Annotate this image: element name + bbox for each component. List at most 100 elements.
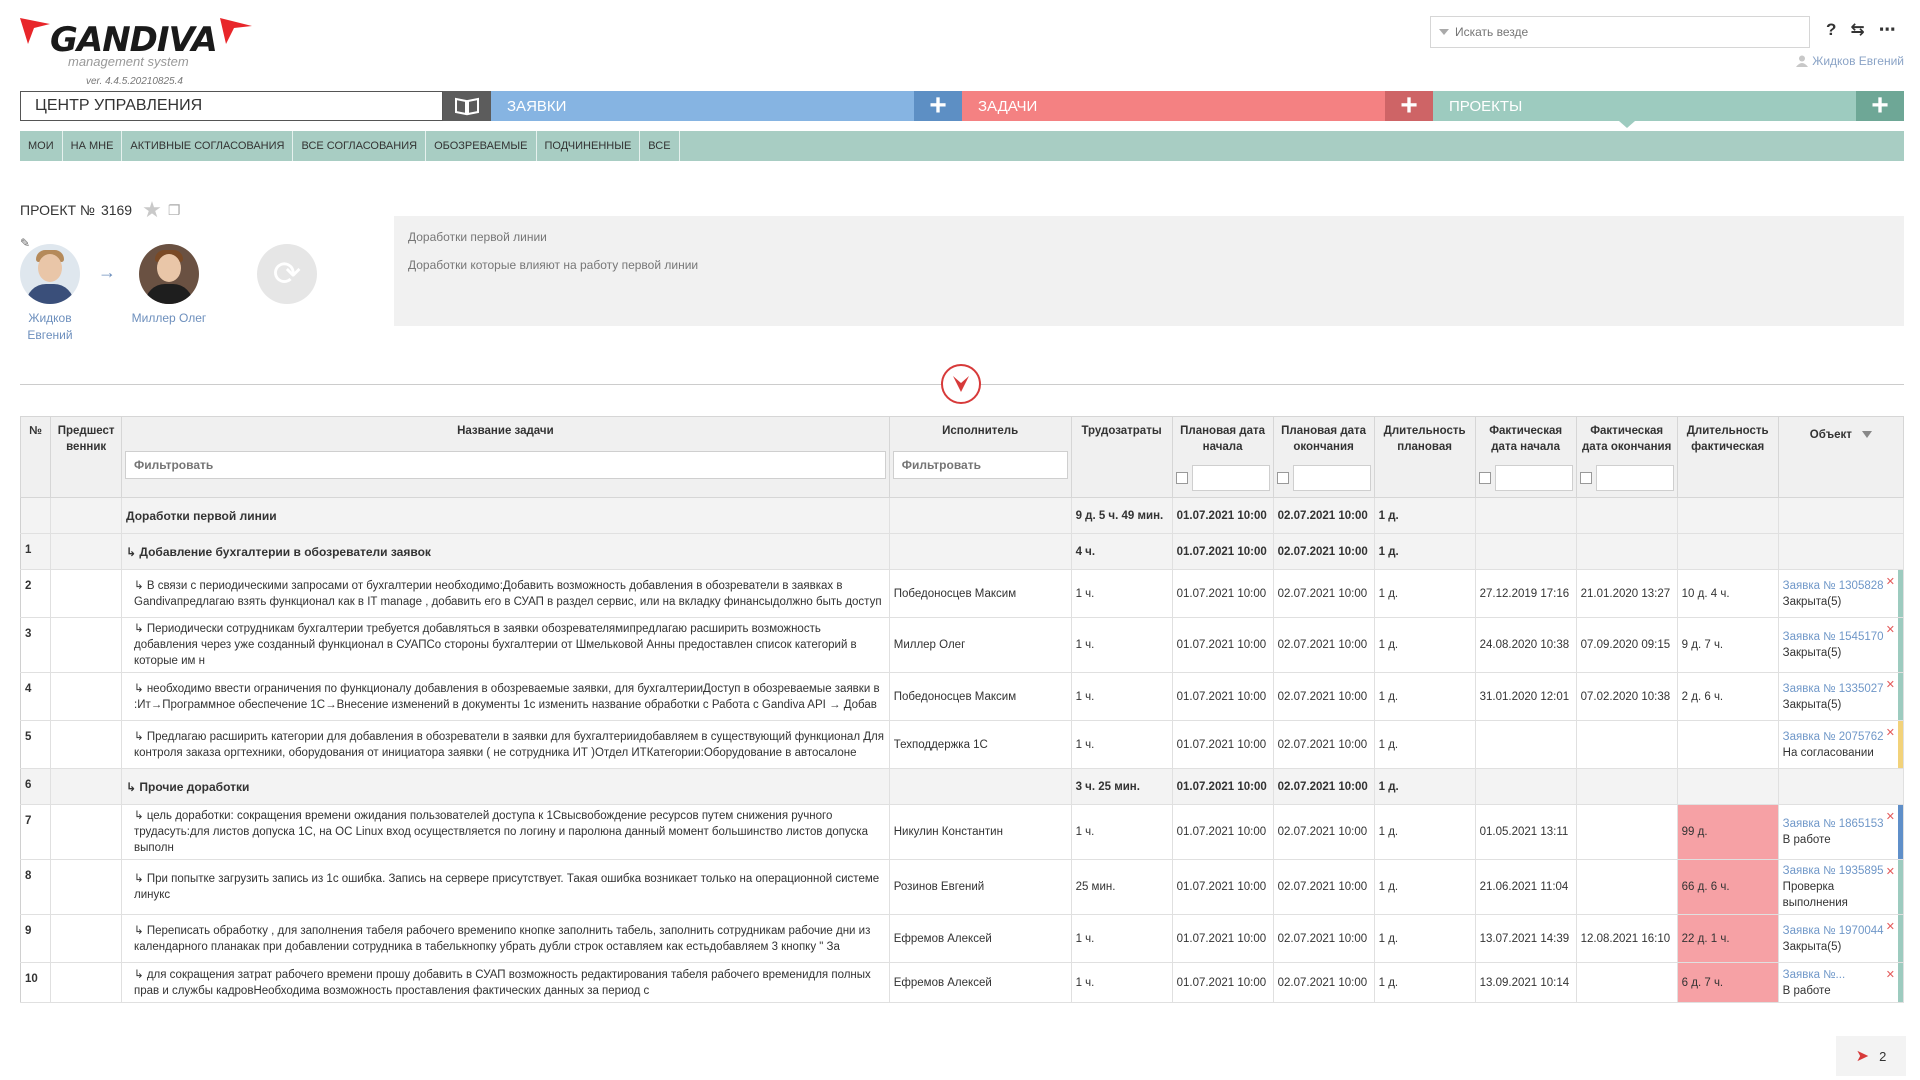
remove-link-icon[interactable]: ✕	[1886, 574, 1895, 590]
remove-link-icon[interactable]: ✕	[1886, 809, 1895, 825]
filter-icon[interactable]	[1861, 431, 1872, 439]
prev-page-icon[interactable]: ➤	[1856, 1046, 1869, 1066]
group-row[interactable]: 6 ↳ Прочие доработки 3 ч. 25 мин. 01.07.202…	[19, 768, 1905, 805]
collapse-chevron-icon[interactable]	[941, 364, 981, 404]
request-link[interactable]: Заявка № 1865153	[1783, 816, 1891, 832]
checkbox[interactable]	[1175, 472, 1188, 484]
subnav-tab-subordinates[interactable]: ПОДЧИНЕННЫЕ	[537, 131, 641, 161]
project-executor[interactable]: Миллер Олег	[124, 244, 214, 327]
help-icon[interactable]: ?	[1826, 20, 1836, 40]
table-row[interactable]: 5 ↳ Предлагаю расширить категории для доб…	[19, 720, 1905, 769]
cell-task-name: ↳ цель доработки: сокращения времени ожи…	[121, 804, 890, 860]
fact-start-filter[interactable]	[1478, 465, 1573, 491]
app-logo[interactable]: GANDIVA management system ver. 4.4.5.202…	[20, 14, 260, 89]
request-link[interactable]: Заявка №...	[1783, 967, 1891, 983]
checkbox[interactable]	[1478, 472, 1491, 484]
executor-filter[interactable]	[892, 451, 1068, 479]
cell-task-name: ↳ Переписать обработку , для заполнения …	[121, 914, 890, 963]
cell-effort: 9 д. 5 ч. 49 мин.	[1070, 497, 1173, 534]
table-row[interactable]: 7 ↳ цель доработки: сокращения времени ож…	[19, 804, 1905, 860]
remove-link-icon[interactable]: ✕	[1886, 967, 1895, 983]
book-icon[interactable]	[443, 91, 491, 121]
project-author[interactable]: Жидков Евгений	[5, 244, 95, 344]
request-link[interactable]: Заявка № 1305828	[1783, 578, 1891, 594]
search-dropdown-icon[interactable]	[1439, 29, 1449, 35]
date-input[interactable]	[1292, 465, 1371, 491]
nav-requests[interactable]: ЗАЯВКИ	[491, 91, 915, 121]
checkbox[interactable]	[1276, 472, 1289, 484]
cell-fact-end: 07.02.2020 10:38	[1575, 672, 1678, 721]
col-plan-start[interactable]: Плановая дата начала	[1171, 416, 1274, 498]
table-row[interactable]: 9 ↳ Переписать обработку , для заполнения…	[19, 914, 1905, 963]
date-input[interactable]	[1494, 465, 1573, 491]
col-fact-start[interactable]: Фактическая дата начала	[1474, 416, 1577, 498]
col-task-name[interactable]: Название задачи	[121, 416, 890, 498]
date-input[interactable]	[1595, 465, 1674, 491]
plan-end-filter[interactable]	[1276, 465, 1371, 491]
subnav-tab-on-me[interactable]: НА МНЕ	[63, 131, 123, 161]
executor-name[interactable]: Миллер Олег	[124, 310, 214, 327]
remove-link-icon[interactable]: ✕	[1886, 919, 1895, 935]
global-search[interactable]	[1430, 16, 1810, 48]
author-name[interactable]: Жидков Евгений	[5, 310, 95, 344]
table-row[interactable]: 2 ↳ В связи с периодическими запросами от…	[19, 569, 1905, 618]
subnav-tab-active-approvals[interactable]: АКТИВНЫЕ СОГЛАСОВАНИЯ	[122, 131, 294, 161]
cell-plan-end: 02.07.2021 10:00	[1272, 804, 1375, 860]
switch-icon[interactable]: ⇆	[1850, 20, 1864, 40]
table-row[interactable]: 3 ↳ Периодически сотрудникам бухгалтерии …	[19, 617, 1905, 673]
cell-fact-start: 13.09.2021 10:14	[1474, 962, 1577, 1003]
pagination[interactable]: ➤ 2	[1836, 1036, 1906, 1076]
remove-link-icon[interactable]: ✕	[1886, 725, 1895, 741]
search-input[interactable]	[1455, 25, 1775, 39]
request-link[interactable]: Заявка № 1545170	[1783, 629, 1891, 645]
subnav-tab-all[interactable]: ВСЕ	[640, 131, 680, 161]
cell-num: 3	[19, 617, 52, 673]
add-request-button[interactable]: +	[914, 91, 962, 121]
subnav-tab-my[interactable]: МОИ	[20, 131, 63, 161]
nav-tasks[interactable]: ЗАДАЧИ	[962, 91, 1386, 121]
col-effort[interactable]: Трудозатраты	[1070, 416, 1173, 498]
current-user[interactable]: Жидков Евгений	[1796, 54, 1904, 68]
more-icon[interactable]: ⋯	[1879, 20, 1896, 40]
user-name[interactable]: Жидков Евгений	[1812, 54, 1904, 68]
star-icon[interactable]: ★	[142, 197, 162, 223]
request-link[interactable]: Заявка № 1935895	[1783, 863, 1891, 879]
col-fact-start-label: Фактическая дата начала	[1489, 425, 1563, 453]
request-link[interactable]: Заявка № 2075762	[1783, 729, 1891, 745]
date-input[interactable]	[1191, 465, 1270, 491]
col-object[interactable]: Объект	[1777, 416, 1905, 498]
logo-subtitle: management system	[68, 54, 189, 69]
copy-icon[interactable]: ❐	[168, 202, 181, 219]
col-predecessor[interactable]: Предшественник	[50, 416, 122, 498]
subnav-tab-watched[interactable]: ОБОЗРЕВАЕМЫЕ	[426, 131, 537, 161]
remove-link-icon[interactable]: ✕	[1886, 622, 1895, 638]
add-task-button[interactable]: +	[1385, 91, 1433, 121]
group-row[interactable]: Доработки первой линии 9 д. 5 ч. 49 мин. 0…	[19, 497, 1905, 534]
subnav-tab-all-approvals[interactable]: ВСЕ СОГЛАСОВАНИЯ	[293, 131, 427, 161]
remove-link-icon[interactable]: ✕	[1886, 677, 1895, 693]
task-name-filter[interactable]	[125, 451, 886, 479]
col-executor[interactable]: Исполнитель	[888, 416, 1072, 498]
add-project-button[interactable]: +	[1856, 91, 1904, 121]
nav-control-center[interactable]: ЦЕНТР УПРАВЛЕНИЯ	[20, 91, 444, 121]
col-fact-end[interactable]: Фактическая дата окончания	[1575, 416, 1678, 498]
page-number[interactable]: 2	[1879, 1049, 1886, 1064]
cell-effort: 3 ч. 25 мин.	[1070, 768, 1173, 805]
col-duration-fact[interactable]: Длительность фактическая	[1676, 416, 1779, 498]
refresh-icon[interactable]: ⟳	[257, 244, 317, 304]
group-row[interactable]: 1 ↳ Добавление бухгалтерии в обозреватели…	[19, 533, 1905, 570]
request-link[interactable]: Заявка № 1970044	[1783, 923, 1891, 939]
checkbox[interactable]	[1579, 472, 1592, 484]
nav-projects[interactable]: ПРОЕКТЫ	[1433, 91, 1857, 128]
col-duration-plan[interactable]: Длительность плановая	[1373, 416, 1476, 498]
cell-plan-start: 01.07.2021 10:00	[1171, 768, 1274, 805]
fact-end-filter[interactable]	[1579, 465, 1674, 491]
remove-link-icon[interactable]: ✕	[1886, 864, 1895, 880]
col-plan-end[interactable]: Плановая дата окончания	[1272, 416, 1375, 498]
plan-start-filter[interactable]	[1175, 465, 1270, 491]
table-row[interactable]: 8 ↳ При попытке загрузить запись из 1с ош…	[19, 859, 1905, 915]
table-row[interactable]: 4 ↳ необходимо ввести ограничения по функ…	[19, 672, 1905, 721]
request-link[interactable]: Заявка № 1335027	[1783, 681, 1891, 697]
table-row[interactable]: 10 ↳ для сокращения затрат рабочего време…	[19, 962, 1905, 1003]
col-num[interactable]: №	[19, 416, 52, 498]
